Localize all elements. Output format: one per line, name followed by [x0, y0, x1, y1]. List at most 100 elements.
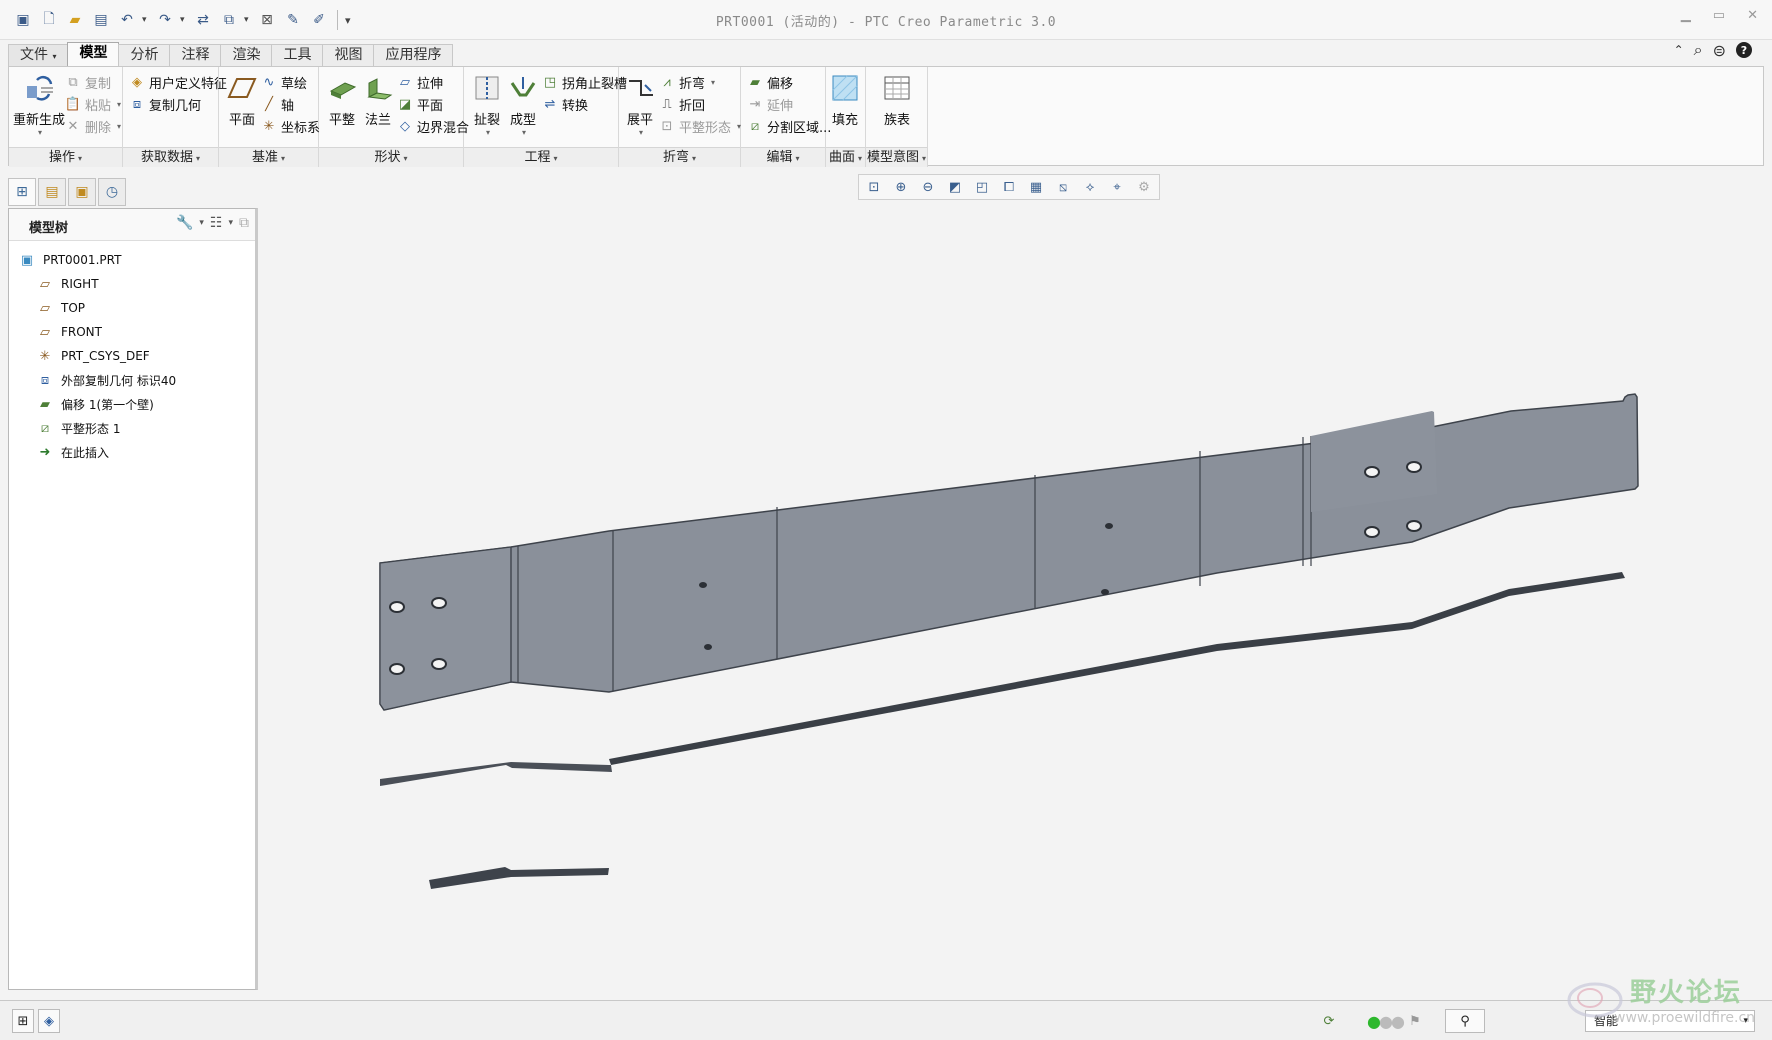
community-icon[interactable]: ⊜ [1713, 41, 1726, 60]
tree-node[interactable]: ▰ 偏移 1(第一个壁) [37, 393, 154, 415]
dropdown-icon[interactable]: ▾ [228, 218, 233, 228]
dropdown-icon[interactable]: ▾ [522, 128, 526, 137]
dropdown-icon[interactable]: ▾ [711, 78, 715, 87]
point-display-icon[interactable]: ⌖ [1105, 176, 1129, 198]
sheetmetal-part[interactable] [262, 204, 1764, 998]
favorites-tab-icon[interactable]: ▣ [68, 178, 96, 206]
copy-button[interactable]: ⧉ 复制 [65, 71, 111, 93]
zoom-out-icon[interactable]: ⊖ [916, 176, 940, 198]
selection-filter[interactable]: 智能 ▾ [1585, 1010, 1755, 1032]
dropdown-icon[interactable]: ▾ [639, 128, 643, 137]
group-label-shapes[interactable]: 形状 ▾ [319, 147, 463, 167]
model-tree-tab-icon[interactable]: ⊞ [8, 178, 36, 206]
chevron-down-icon: ▾ [922, 154, 927, 163]
filter-icon[interactable]: ⧉ [239, 215, 249, 231]
rip-button[interactable]: 扯裂 ▾ [470, 71, 504, 137]
boundary-blend-button[interactable]: ◇ 边界混合 [397, 115, 469, 137]
bend-back-button[interactable]: ⎍ 折回 [659, 93, 705, 115]
plane-button[interactable]: 平面 [225, 71, 259, 128]
tab-tools[interactable]: 工具 [271, 44, 324, 66]
split-area-button[interactable]: ⧄ 分割区域... [747, 115, 832, 137]
minimize-icon[interactable]: ▁ [1681, 8, 1691, 23]
close-icon[interactable]: ✕ [1747, 8, 1758, 23]
udf-button[interactable]: ◈ 用户定义特征 [129, 71, 227, 93]
fill-button[interactable]: 填充 [828, 71, 862, 128]
tab-file[interactable]: 文件 ▾ [8, 44, 69, 66]
tree-node[interactable]: ✳ PRT_CSYS_DEF [37, 345, 150, 367]
find-icon[interactable]: ⚲ [1445, 1009, 1485, 1033]
tree-node[interactable]: ▱ FRONT [37, 321, 102, 343]
unbend-button[interactable]: 展平 ▾ [623, 71, 657, 137]
tab-applications[interactable]: 应用程序 [373, 44, 454, 66]
extend-button[interactable]: ⇥ 延伸 [747, 93, 793, 115]
group-label-datum[interactable]: 基准 ▾ [219, 147, 318, 167]
convert-button[interactable]: ⇌ 转换 [542, 93, 588, 115]
plane-display-icon[interactable]: ⧅ [1051, 176, 1075, 198]
tree-node[interactable]: ▱ TOP [37, 297, 85, 319]
offset-label: 偏移 [767, 76, 794, 92]
group-label-surfaces[interactable]: 曲面 ▾ [826, 147, 865, 167]
delete-button[interactable]: ✕ 删除 ▾ [65, 115, 121, 137]
group-label-engineering[interactable]: 工程 ▾ [464, 147, 618, 167]
zoom-in-icon[interactable]: ⊕ [889, 176, 913, 198]
dropdown-icon[interactable]: ▾ [117, 122, 121, 131]
dropdown-icon[interactable]: ▾ [117, 100, 121, 109]
family-table-button[interactable]: 族表 [880, 71, 914, 128]
tree-node[interactable]: ⧄ 平整形态 1 [37, 417, 121, 439]
flat-state-button[interactable]: ⊡ 平整形态 ▾ [659, 115, 741, 137]
tab-annotate[interactable]: 注释 [169, 44, 222, 66]
repaint-icon[interactable]: ◩ [943, 176, 967, 198]
tab-analysis[interactable]: 分析 [118, 44, 171, 66]
tree-node[interactable]: ▱ RIGHT [37, 273, 99, 295]
dropdown-icon[interactable]: ▾ [199, 218, 204, 228]
axis-button[interactable]: ╱ 轴 [261, 93, 294, 115]
planar-button[interactable]: ◪ 平面 [397, 93, 443, 115]
toggle-browser-icon[interactable]: ◈ [38, 1009, 60, 1033]
csys-display-icon[interactable]: ⚙ [1132, 176, 1156, 198]
offset-button[interactable]: ▰ 偏移 [747, 71, 793, 93]
tab-model[interactable]: 模型 [67, 42, 120, 66]
sketch-button[interactable]: ∿ 草绘 [261, 71, 307, 93]
folder-browser-tab-icon[interactable]: ▤ [38, 178, 66, 206]
settings-icon[interactable]: 🔧 [176, 215, 193, 231]
dropdown-icon[interactable]: ▾ [486, 128, 490, 137]
datum-plane-icon: ▱ [40, 276, 50, 292]
maximize-icon[interactable]: ▭ [1713, 8, 1725, 23]
show-icon[interactable]: ☷ [210, 215, 223, 231]
graphics-window[interactable] [262, 204, 1764, 998]
view-manager-icon[interactable]: ▦ [1024, 176, 1048, 198]
extrude-button[interactable]: ▱ 拉伸 [397, 71, 443, 93]
group-label-get-data[interactable]: 获取数据 ▾ [123, 147, 218, 167]
flag-icon[interactable]: ⚑ [1405, 1009, 1425, 1033]
group-label-model-intent[interactable]: 模型意图 ▾ [866, 147, 927, 167]
paste-button[interactable]: 📋 粘贴 ▾ [65, 93, 121, 115]
corner-relief-button[interactable]: ◳ 拐角止裂槽 [542, 71, 627, 93]
regen-status-icon[interactable]: ⟳ [1318, 1009, 1340, 1033]
tree-node[interactable]: ⧈ 外部复制几何 标识40 [37, 369, 176, 391]
history-tab-icon[interactable]: ◷ [98, 178, 126, 206]
copy-geometry-button[interactable]: ⧈ 复制几何 [129, 93, 201, 115]
group-label-editing[interactable]: 编辑 ▾ [741, 147, 825, 167]
group-label-operations[interactable]: 操作 ▾ [9, 147, 122, 167]
search-icon[interactable]: ⌕ [1694, 40, 1703, 60]
minimize-ribbon-icon[interactable]: ⌃ [1674, 43, 1684, 57]
csys-button[interactable]: ✳ 坐标系 [261, 115, 320, 137]
saved-views-icon[interactable]: ⧠ [997, 176, 1021, 198]
group-label-bends[interactable]: 折弯 ▾ [619, 147, 740, 167]
bend-button[interactable]: ⩘ 折弯 ▾ [659, 71, 715, 93]
help-icon[interactable]: ? [1736, 42, 1752, 58]
tree-node[interactable]: ▣ PRT0001.PRT [19, 249, 122, 271]
tab-render[interactable]: 渲染 [220, 44, 273, 66]
tree-node[interactable]: ➜ 在此插入 [37, 441, 109, 463]
flange-button[interactable]: 法兰 [361, 71, 395, 128]
flat-wall-button[interactable]: 平整 [325, 71, 359, 128]
tab-view[interactable]: 视图 [322, 44, 375, 66]
axis-display-icon[interactable]: ⟡ [1078, 176, 1102, 198]
refit-icon[interactable]: ⊡ [862, 176, 886, 198]
toggle-navigator-icon[interactable]: ⊞ [12, 1009, 34, 1033]
display-style-icon[interactable]: ◰ [970, 176, 994, 198]
dropdown-icon[interactable]: ▾ [38, 128, 42, 137]
group-label-text: 操作 [48, 150, 75, 165]
form-button[interactable]: 成型 ▾ [506, 71, 540, 137]
regenerate-button[interactable]: 重新生成 ▾ [13, 71, 65, 137]
